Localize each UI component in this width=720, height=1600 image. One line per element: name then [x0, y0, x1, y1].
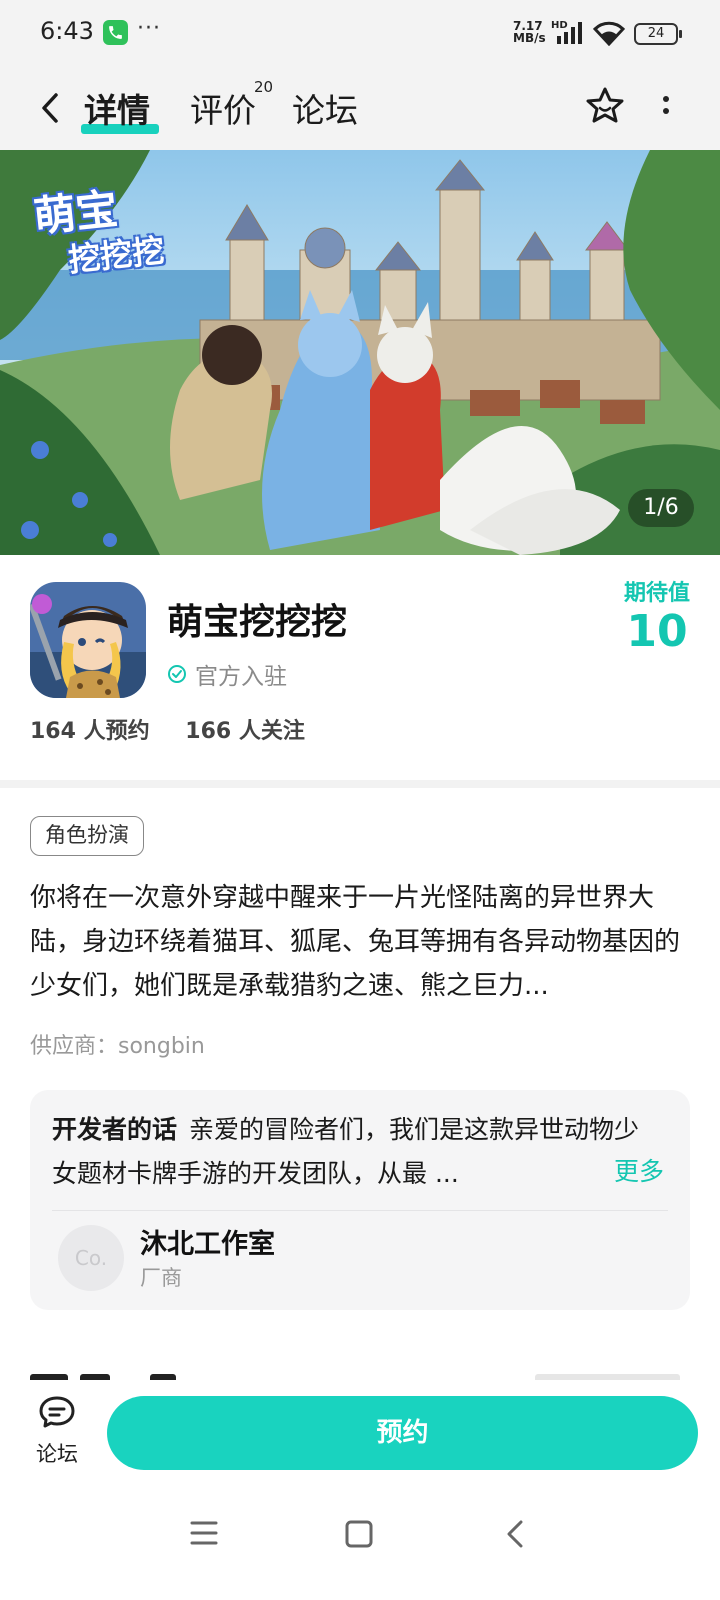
section-divider — [0, 780, 720, 788]
tab-label: 论坛 — [292, 91, 358, 130]
banner-game-logo: 萌宝 挖挖挖 — [31, 182, 167, 287]
net-speed: 7.17 MB/s — [513, 19, 546, 45]
phone-call-icon — [103, 20, 128, 45]
banner-page-counter: 1/6 — [628, 489, 694, 527]
studio-name[interactable]: 沐北工作室 — [140, 1222, 275, 1261]
home-icon[interactable] — [345, 1520, 373, 1548]
developer-separator — [52, 1210, 668, 1211]
app-info-section: 萌宝挖挖挖 官方入驻 期待值 10 164 人预约 166 人关注 — [0, 555, 720, 780]
top-nav: 详情 评价 20 论坛 — [0, 66, 720, 150]
wifi-icon — [593, 21, 625, 46]
developer-card[interactable]: 开发者的话 亲爱的冒险者们，我们是这款异世动物少女题材卡牌手游的开发团队，从最 .… — [30, 1090, 690, 1310]
app-icon[interactable] — [30, 582, 146, 698]
tab-forum[interactable]: 论坛 — [292, 84, 358, 132]
banner-carousel[interactable]: 萌宝 挖挖挖 1/6 — [0, 150, 720, 555]
forum-label: 论坛 — [36, 1442, 78, 1466]
expectation-value: 10 — [626, 606, 688, 657]
expectation-label: 期待值 — [623, 581, 690, 606]
review-count-badge: 20 — [254, 78, 274, 96]
reservation-count: 164 人预约 — [30, 719, 150, 744]
back-nav-icon[interactable] — [505, 1520, 525, 1548]
tab-label: 详情 — [84, 91, 150, 130]
studio-avatar[interactable]: Co. — [58, 1225, 124, 1291]
expectation-score: 期待值 10 — [624, 575, 690, 657]
verified-icon — [168, 665, 186, 683]
app-name: 萌宝挖挖挖 — [167, 602, 348, 643]
notification-dots: ··· — [137, 16, 161, 41]
star-icon[interactable] — [585, 86, 625, 126]
supplier-text: 供应商：songbin — [30, 1034, 205, 1059]
status-bar: 6:43 ··· 7.17 MB/s HD 24 — [0, 0, 720, 66]
battery-level: 24 — [647, 26, 665, 41]
menu-icon[interactable] — [190, 1520, 218, 1546]
follower-count: 166 人关注 — [185, 719, 305, 744]
official-badge: 官方入驻 — [167, 657, 287, 691]
developer-message: 开发者的话 亲爱的冒险者们，我们是这款异世动物少女题材卡牌手游的开发团队，从最 .… — [52, 1108, 662, 1196]
game-description[interactable]: 你将在一次意外穿越中醒来于一片光怪陆离的异世界大陆，身边环绕着猫耳、狐尾、兔耳等… — [30, 876, 694, 1008]
tab-label: 评价 — [190, 91, 256, 130]
tab-review[interactable]: 评价 20 — [190, 78, 273, 132]
system-nav-bar — [0, 1490, 720, 1600]
bottom-action-bar: 论坛 预约 — [0, 1380, 720, 1490]
forum-button[interactable]: 论坛 — [20, 1394, 94, 1476]
developer-heading: 开发者的话 — [52, 1115, 178, 1144]
status-time: 6:43 — [40, 17, 94, 45]
battery-icon: 24 — [634, 23, 682, 45]
developer-more-link[interactable]: 更多 — [614, 1152, 664, 1188]
more-icon[interactable] — [662, 93, 670, 123]
tab-detail[interactable]: 详情 — [81, 84, 159, 134]
back-icon[interactable] — [36, 90, 66, 126]
signal-icon — [557, 22, 582, 44]
reserve-button[interactable]: 预约 — [107, 1396, 698, 1470]
genre-tag[interactable]: 角色扮演 — [30, 816, 144, 856]
official-label: 官方入驻 — [195, 664, 287, 690]
studio-role: 厂商 — [140, 1266, 182, 1290]
forum-icon — [39, 1396, 75, 1428]
app-stats: 164 人预约 166 人关注 — [30, 713, 333, 745]
